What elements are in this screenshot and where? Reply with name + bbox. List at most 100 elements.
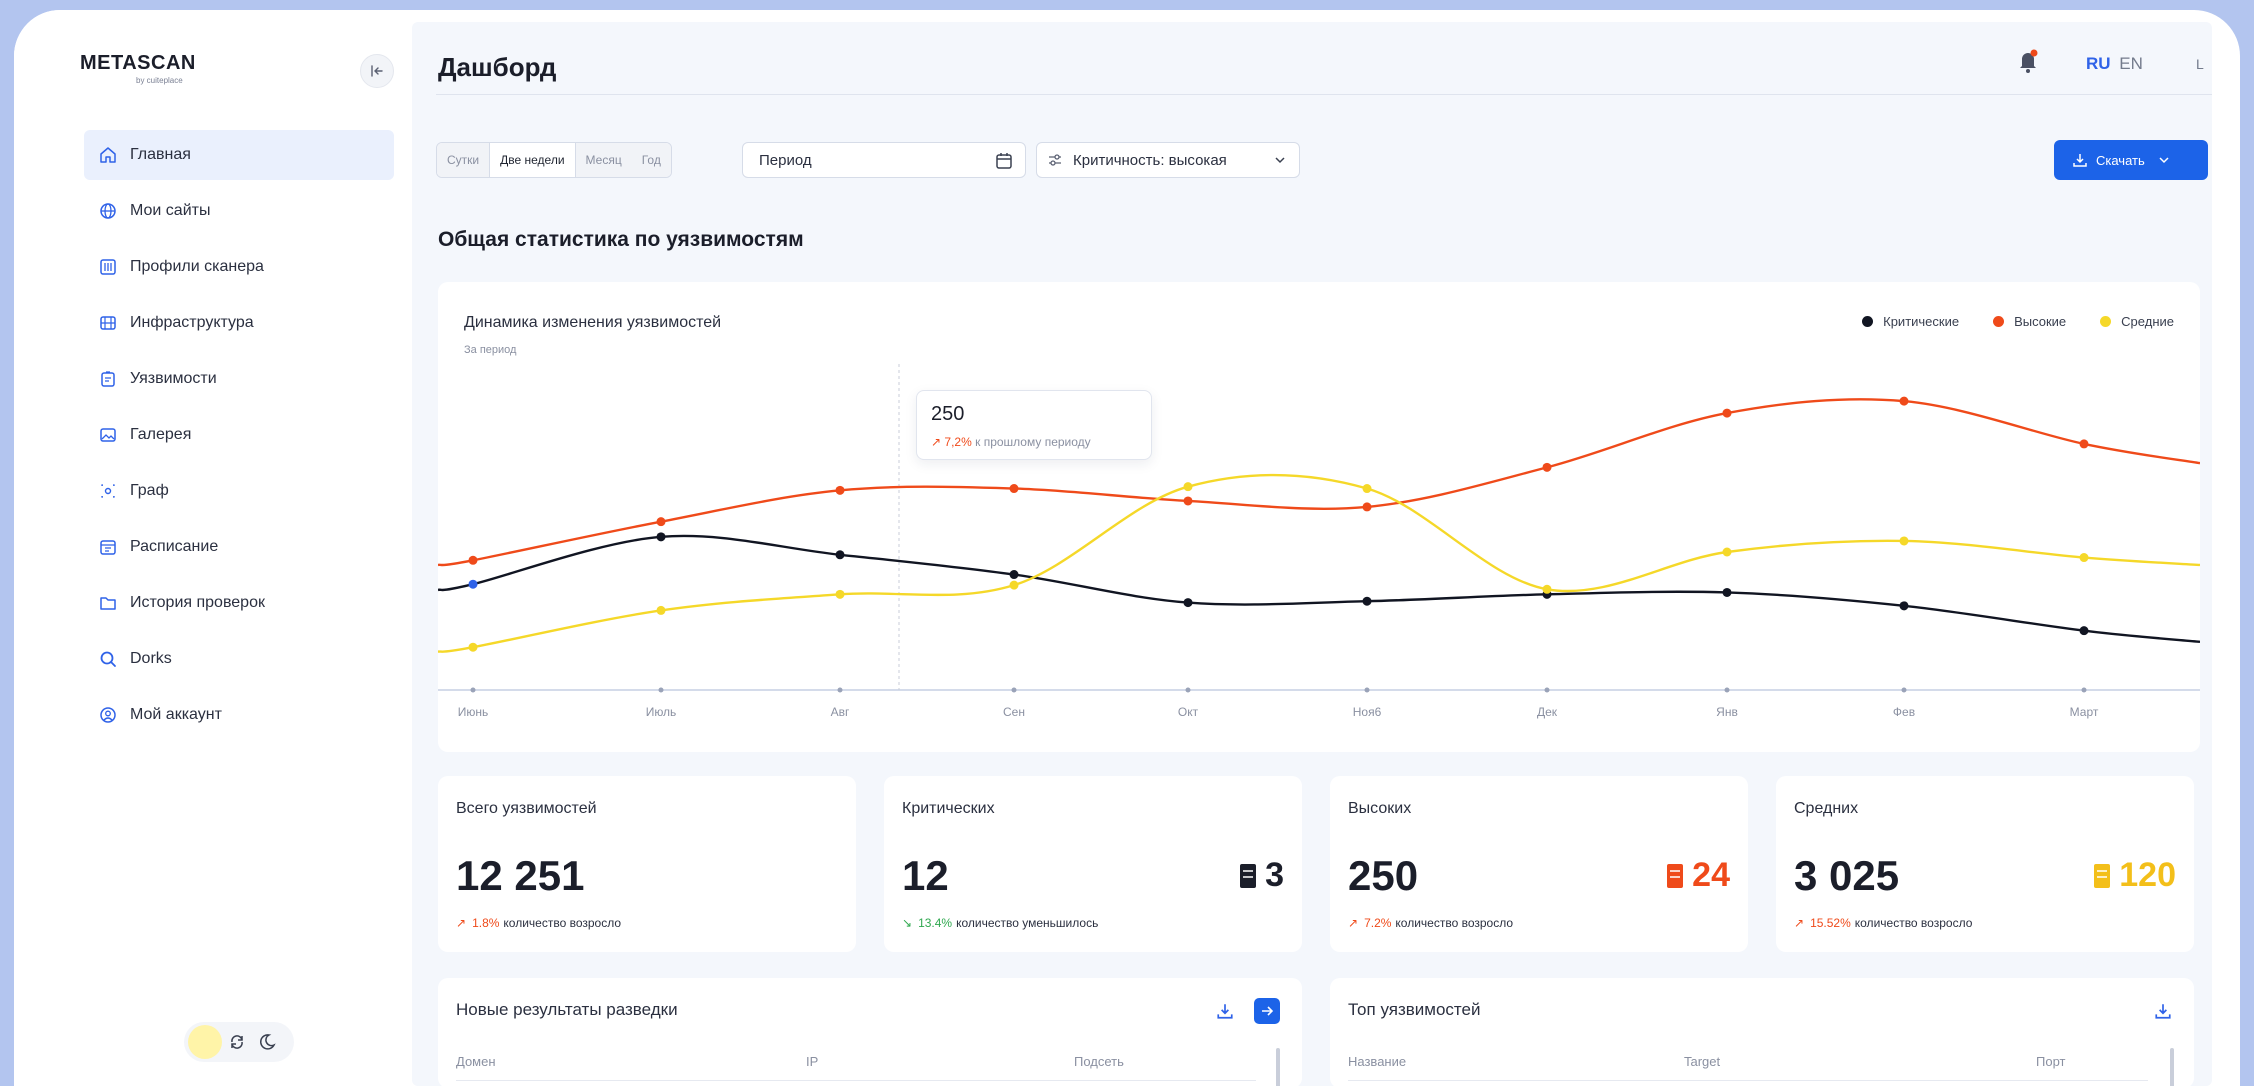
home-icon — [98, 145, 118, 165]
sun-icon[interactable] — [188, 1025, 222, 1059]
scrollbar[interactable] — [2170, 1048, 2174, 1086]
criticality-select[interactable]: Критичность: высокая — [1036, 142, 1300, 178]
download-icon[interactable] — [2150, 998, 2176, 1024]
period-picker[interactable]: Период — [742, 142, 1026, 178]
data-point-high — [2079, 439, 2089, 449]
stat-percent: 13.4% — [918, 916, 953, 930]
globe-icon — [98, 201, 118, 221]
lang-ru[interactable]: RU — [2086, 54, 2111, 73]
x-tick — [1901, 687, 1907, 693]
sidebar-item-label: История проверок — [130, 594, 265, 611]
criticality-value: Критичность: высокая — [1073, 151, 1227, 169]
chevron-down-icon — [2159, 157, 2169, 164]
stat-card-total[interactable]: Всего уязвимостей 12 251 ↗ 1.8% количест… — [438, 776, 856, 952]
stat-value: 250 — [1348, 852, 1419, 899]
sidebar-item-schedule[interactable]: Расписание — [84, 522, 394, 572]
stat-label: Высоких — [1348, 800, 1412, 817]
column-header[interactable]: Target — [1684, 1054, 1720, 1069]
data-point-critical — [1009, 570, 1019, 580]
sidebar-item-my-sites[interactable]: Мои сайты — [84, 186, 394, 236]
sidebar-item-my-account[interactable]: Мой аккаунт — [84, 690, 394, 740]
sidebar-item-label: Главная — [130, 146, 191, 163]
legend-high[interactable]: Высокие — [1993, 314, 2066, 329]
user-initial[interactable]: L — [2196, 56, 2204, 72]
trend-up-icon: ↗ — [931, 435, 942, 449]
series-line-critical — [438, 534, 2200, 644]
legend-critical[interactable]: Критические — [1862, 314, 1959, 329]
open-arrow-button[interactable] — [1254, 998, 1280, 1024]
moon-icon[interactable] — [252, 1027, 282, 1057]
stat-side: 3 — [1239, 856, 1284, 895]
auto-theme-icon[interactable] — [222, 1027, 252, 1057]
column-header[interactable]: Подсеть — [1074, 1054, 1124, 1069]
theme-toggle[interactable] — [184, 1022, 294, 1062]
stat-label: Критических — [902, 800, 995, 817]
stat-card-medium[interactable]: Средних 3 025 120 ↗ 15.52% количество во… — [1776, 776, 2194, 952]
data-point-medium — [1009, 580, 1019, 590]
range-two-weeks[interactable]: Две недели — [489, 143, 576, 177]
stat-trend: ↗ 15.52% количество возросло — [1794, 916, 1972, 930]
sidebar-item-label: Dorks — [130, 650, 172, 667]
stat-trend-text: количество возросло — [503, 916, 622, 930]
data-point-high — [1362, 502, 1372, 512]
data-point-high — [1722, 408, 1732, 418]
collapse-sidebar-button[interactable] — [360, 54, 394, 88]
tooltip-text: к прошлому периоду — [975, 435, 1091, 449]
download-icon — [2073, 154, 2087, 167]
stat-side-value: 3 — [1265, 856, 1284, 894]
range-year[interactable]: Год — [631, 143, 671, 177]
sidebar-item-infrastructure[interactable]: Инфраструктура — [84, 298, 394, 348]
main-content: Дашборд RU EN L Сутки Две недели Месяц Г… — [412, 22, 2212, 1086]
download-button[interactable]: Скачать — [2054, 140, 2208, 180]
range-month[interactable]: Месяц — [575, 143, 632, 177]
chart-legend: Критические Высокие Средние — [1828, 314, 2174, 329]
download-icon[interactable] — [1212, 998, 1238, 1024]
stat-label: Всего уязвимостей — [456, 800, 597, 817]
data-point-high — [656, 517, 666, 527]
header-divider — [436, 94, 2212, 95]
gallery-icon — [98, 425, 118, 445]
range-day[interactable]: Сутки — [437, 143, 490, 177]
x-tick — [1724, 687, 1730, 693]
column-header[interactable]: Домен — [456, 1054, 496, 1069]
x-tick — [470, 687, 476, 693]
column-header[interactable]: IP — [806, 1054, 818, 1069]
data-point-medium — [1542, 584, 1552, 594]
sidebar-item-check-history[interactable]: История проверок — [84, 578, 394, 628]
data-point-critical — [1362, 596, 1372, 606]
stat-value: 12 251 — [456, 852, 585, 899]
data-point-high — [1183, 496, 1193, 506]
column-header[interactable]: Название — [1348, 1054, 1406, 1069]
sidebar-item-home[interactable]: Главная — [84, 130, 394, 180]
clipboard-icon — [98, 369, 118, 389]
stat-trend: ↗ 7.2% количество возросло — [1348, 916, 1513, 930]
sidebar-item-scanner-profiles[interactable]: Профили сканера — [84, 242, 394, 292]
data-point-critical — [656, 532, 666, 542]
stat-trend-text: количество уменьшилось — [956, 916, 1099, 930]
stat-trend: ↗ 1.8% количество возросло — [456, 916, 621, 930]
legend-medium[interactable]: Средние — [2100, 314, 2174, 329]
data-point-high — [1899, 396, 1909, 406]
data-point-critical — [1899, 601, 1909, 611]
sidebar-item-gallery[interactable]: Галерея — [84, 410, 394, 460]
sidebar-item-dorks[interactable]: Dorks — [84, 634, 394, 684]
x-tick-label: Дек — [1537, 705, 1558, 719]
sidebar-item-vulnerabilities[interactable]: Уязвимости — [84, 354, 394, 404]
data-point-medium — [835, 589, 845, 599]
stat-card-high[interactable]: Высоких 250 24 ↗ 7.2% количество возросл… — [1330, 776, 1748, 952]
bell-icon[interactable] — [2016, 48, 2040, 74]
sidebar-item-graph[interactable]: Граф — [84, 466, 394, 516]
legend-dot — [2100, 316, 2112, 327]
logo[interactable]: METASCAN by cuiteplace — [80, 52, 196, 85]
language-switcher: RU EN — [2086, 54, 2143, 74]
x-tick — [1544, 687, 1550, 693]
scrollbar[interactable] — [1276, 1048, 1280, 1086]
server-icon — [1667, 863, 1684, 888]
lang-en[interactable]: EN — [2119, 54, 2143, 73]
page-title: Дашборд — [438, 52, 557, 82]
column-header[interactable]: Порт — [2036, 1054, 2065, 1069]
stat-card-critical[interactable]: Критических 12 3 ↘ 13.4% количество умен… — [884, 776, 1302, 952]
header-divider — [456, 1080, 1256, 1081]
stat-trend-text: количество возросло — [1395, 916, 1514, 930]
trend-up-icon: ↗ — [1794, 916, 1805, 930]
